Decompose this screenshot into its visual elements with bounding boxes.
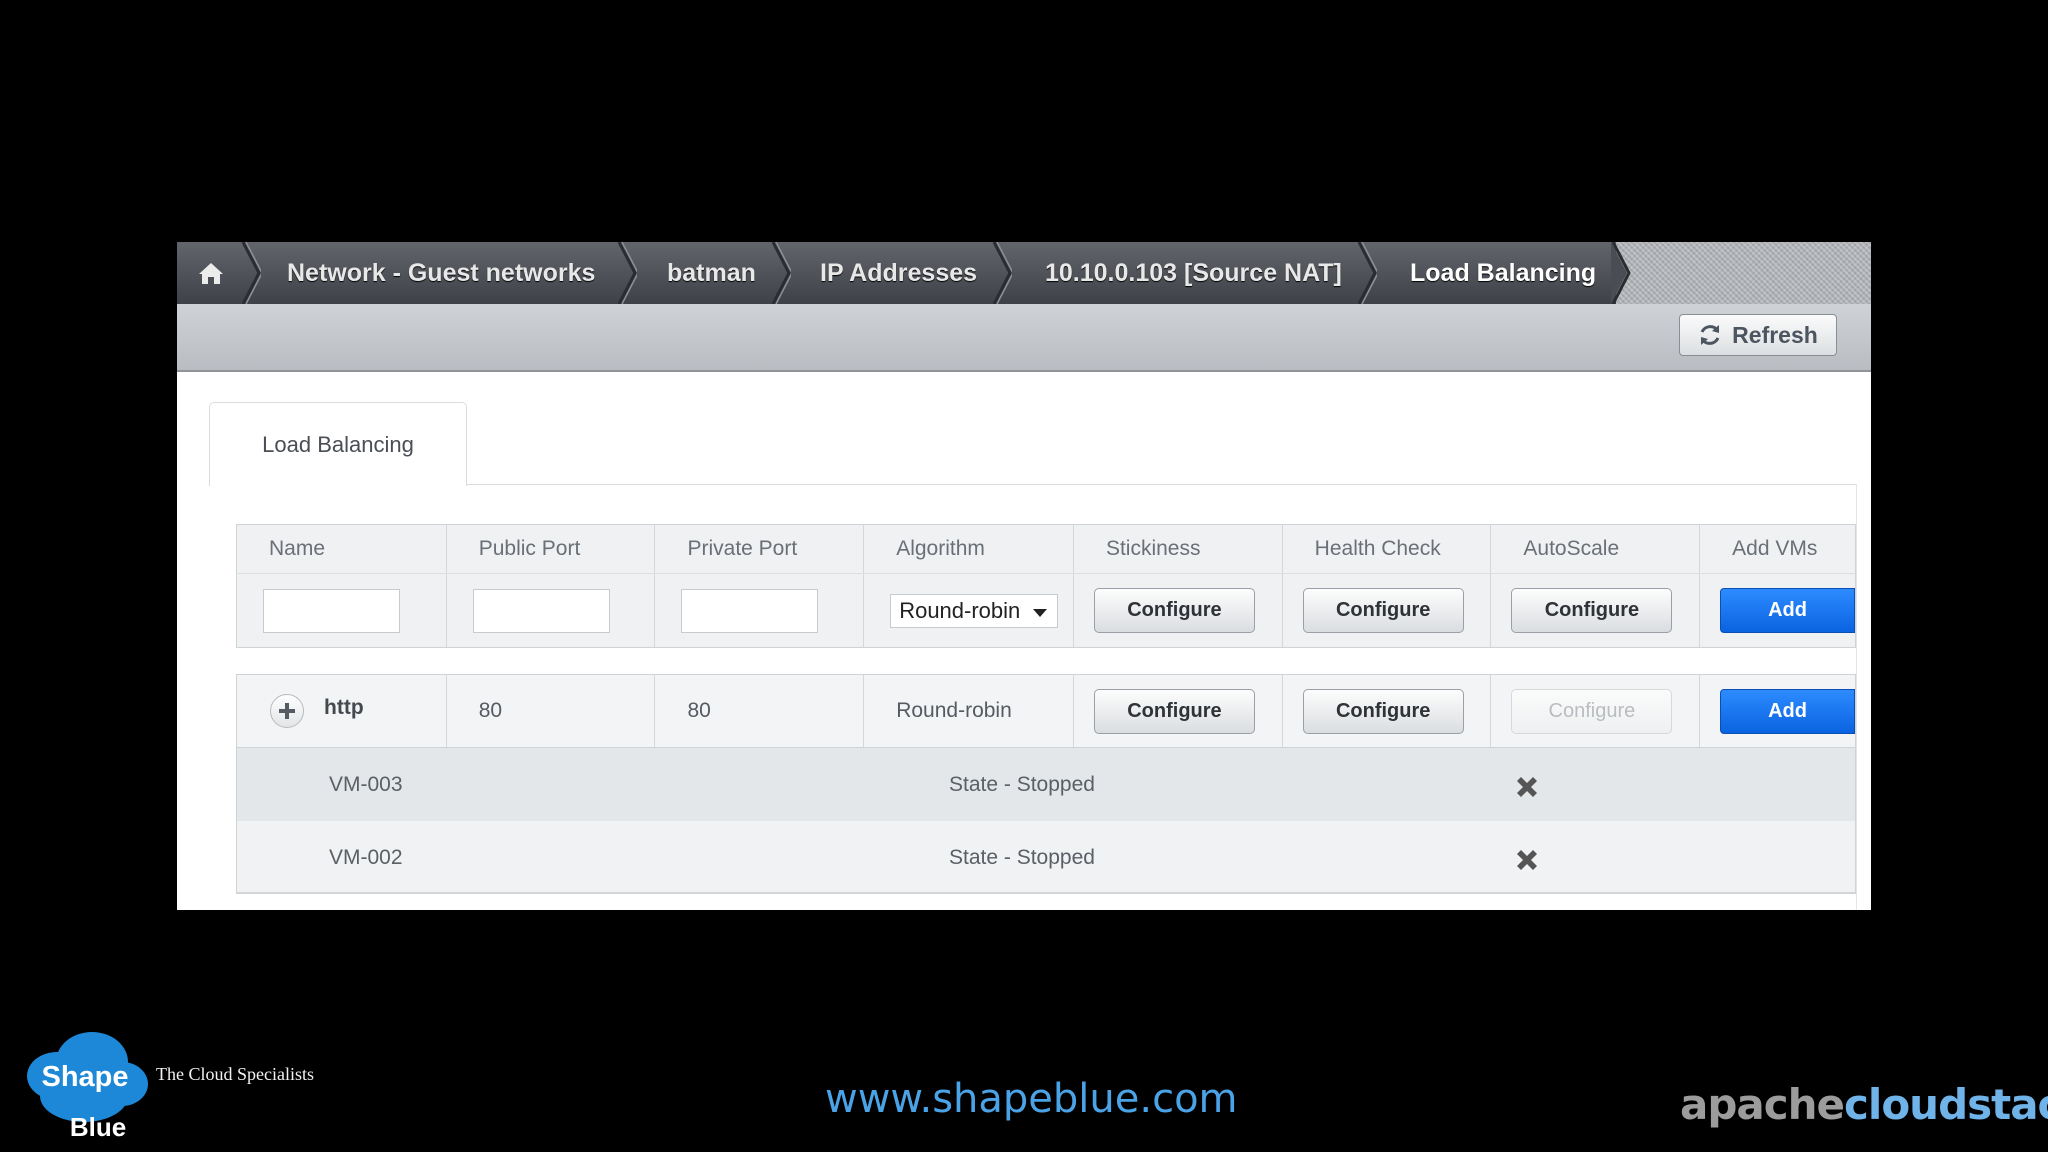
rule-health-check-cell: Configure [1283, 675, 1492, 747]
rule-autoscale-configure-button: Configure [1511, 688, 1673, 734]
remove-icon[interactable] [1512, 845, 1542, 875]
breadcrumb-separator [771, 242, 791, 304]
health-check-configure-button[interactable]: Configure [1302, 588, 1464, 633]
column-header-add-vms: Add VMs [1732, 537, 1818, 560]
new-rule-add-cell: Add [1700, 574, 1855, 647]
new-rule-algorithm-cell: Round-robin [864, 574, 1074, 647]
table-row: http 80 80 Round-robin Configure Configu… [236, 674, 1856, 748]
add-rule-button[interactable]: Add [1720, 588, 1855, 633]
column-header-autoscale: AutoScale [1491, 525, 1701, 573]
add-vms-button[interactable]: Add [1720, 688, 1855, 734]
column-header-health-check: Health Check [1283, 525, 1492, 573]
public-port-input[interactable] [472, 588, 610, 633]
column-header-algorithm: Algorithm [864, 525, 1074, 573]
brand-apache: apache [1680, 1080, 1845, 1129]
algorithm-select-value: Round-robin [899, 597, 1021, 623]
column-header-public-port: Public Port [447, 525, 656, 573]
rule-name-cell: http [237, 675, 447, 747]
shapeblue-logo: Shape Blue [27, 1032, 148, 1141]
apache-cloudstack-logo: apachecloudstack™ [1680, 1080, 2048, 1129]
refresh-label: Refresh [1732, 321, 1818, 348]
logo-text-top: Shape [41, 1061, 128, 1093]
algorithm-select[interactable]: Round-robin [890, 593, 1059, 628]
breadcrumb-batman[interactable]: batman [667, 242, 756, 304]
new-rule-name-cell [237, 574, 447, 647]
breadcrumb-ip-addresses[interactable]: IP Addresses [820, 242, 977, 304]
breadcrumb-ip[interactable]: 10.10.0.103 [Source NAT] [1045, 242, 1342, 304]
toolbar: Refresh [177, 304, 1871, 372]
stickiness-configure-button[interactable]: Configure [1093, 588, 1255, 633]
breadcrumb-separator [1357, 242, 1377, 304]
breadcrumb-separator [241, 242, 261, 304]
remove-icon[interactable] [1512, 772, 1542, 802]
name-input[interactable] [263, 588, 400, 633]
rule-health-check-configure-button[interactable]: Configure [1302, 688, 1464, 734]
cloudstack-window: Network - Guest networks batman IP Addre… [177, 242, 1871, 910]
table-header: Name Public Port Private Port Algorithm … [236, 524, 1856, 574]
breadcrumb-load-balancing: Load Balancing [1410, 259, 1597, 287]
rule-algorithm: Round-robin [864, 675, 1074, 747]
rule-name: http [324, 696, 364, 719]
list-item: VM-002 State - Stopped [236, 821, 1856, 894]
breadcrumb-guest-networks[interactable]: Network - Guest networks [287, 242, 595, 304]
expand-button[interactable] [270, 694, 304, 728]
brand-cloudstack: cloudstack [1844, 1080, 2048, 1129]
refresh-icon [1700, 325, 1720, 345]
autoscale-configure-button[interactable]: Configure [1511, 588, 1673, 633]
column-header-stickiness: Stickiness [1074, 525, 1283, 573]
vm-state: State - Stopped [949, 846, 1095, 869]
list-item: VM-003 State - Stopped [236, 748, 1856, 821]
chevron-down-icon [1033, 608, 1048, 617]
vm-name: VM-002 [329, 846, 403, 869]
rule-add-vms-cell: Add [1700, 675, 1855, 747]
breadcrumb-separator [992, 242, 1012, 304]
rule-stickiness-cell: Configure [1074, 675, 1283, 747]
vm-name: VM-003 [329, 773, 403, 796]
column-header-name: Name [237, 525, 447, 573]
website-link[interactable]: www.shapeblue.com [825, 1076, 1238, 1122]
new-rule-public-port-cell [447, 574, 656, 647]
rule-stickiness-configure-button[interactable]: Configure [1093, 688, 1255, 734]
new-rule-health-check-cell: Configure [1283, 574, 1492, 647]
tagline: The Cloud Specialists [156, 1064, 314, 1084]
tab-load-balancing[interactable]: Load Balancing [209, 402, 467, 486]
breadcrumb-separator [1611, 242, 1631, 304]
home-icon [199, 263, 223, 284]
plus-icon [279, 703, 295, 719]
private-port-input[interactable] [681, 588, 819, 633]
rule-private-port: 80 [655, 675, 865, 747]
new-rule-autoscale-cell: Configure [1491, 574, 1701, 647]
new-rule-private-port-cell [655, 574, 865, 647]
logo-text-bottom: Blue [70, 1112, 126, 1141]
breadcrumb: Network - Guest networks batman IP Addre… [177, 242, 1871, 304]
vm-state: State - Stopped [949, 773, 1095, 796]
breadcrumb-texture [1616, 242, 1871, 304]
new-rule-row: Round-robin Configure Configure Configur… [236, 574, 1856, 648]
rule-public-port: 80 [447, 675, 656, 747]
refresh-button[interactable]: Refresh [1679, 314, 1837, 356]
column-header-private-port: Private Port [655, 525, 865, 573]
load-balancing-table: Name Public Port Private Port Algorithm … [236, 524, 1856, 894]
breadcrumb-separator [617, 242, 637, 304]
home-button[interactable] [177, 242, 245, 304]
rule-autoscale-cell: Configure [1491, 675, 1701, 747]
new-rule-stickiness-cell: Configure [1074, 574, 1283, 647]
